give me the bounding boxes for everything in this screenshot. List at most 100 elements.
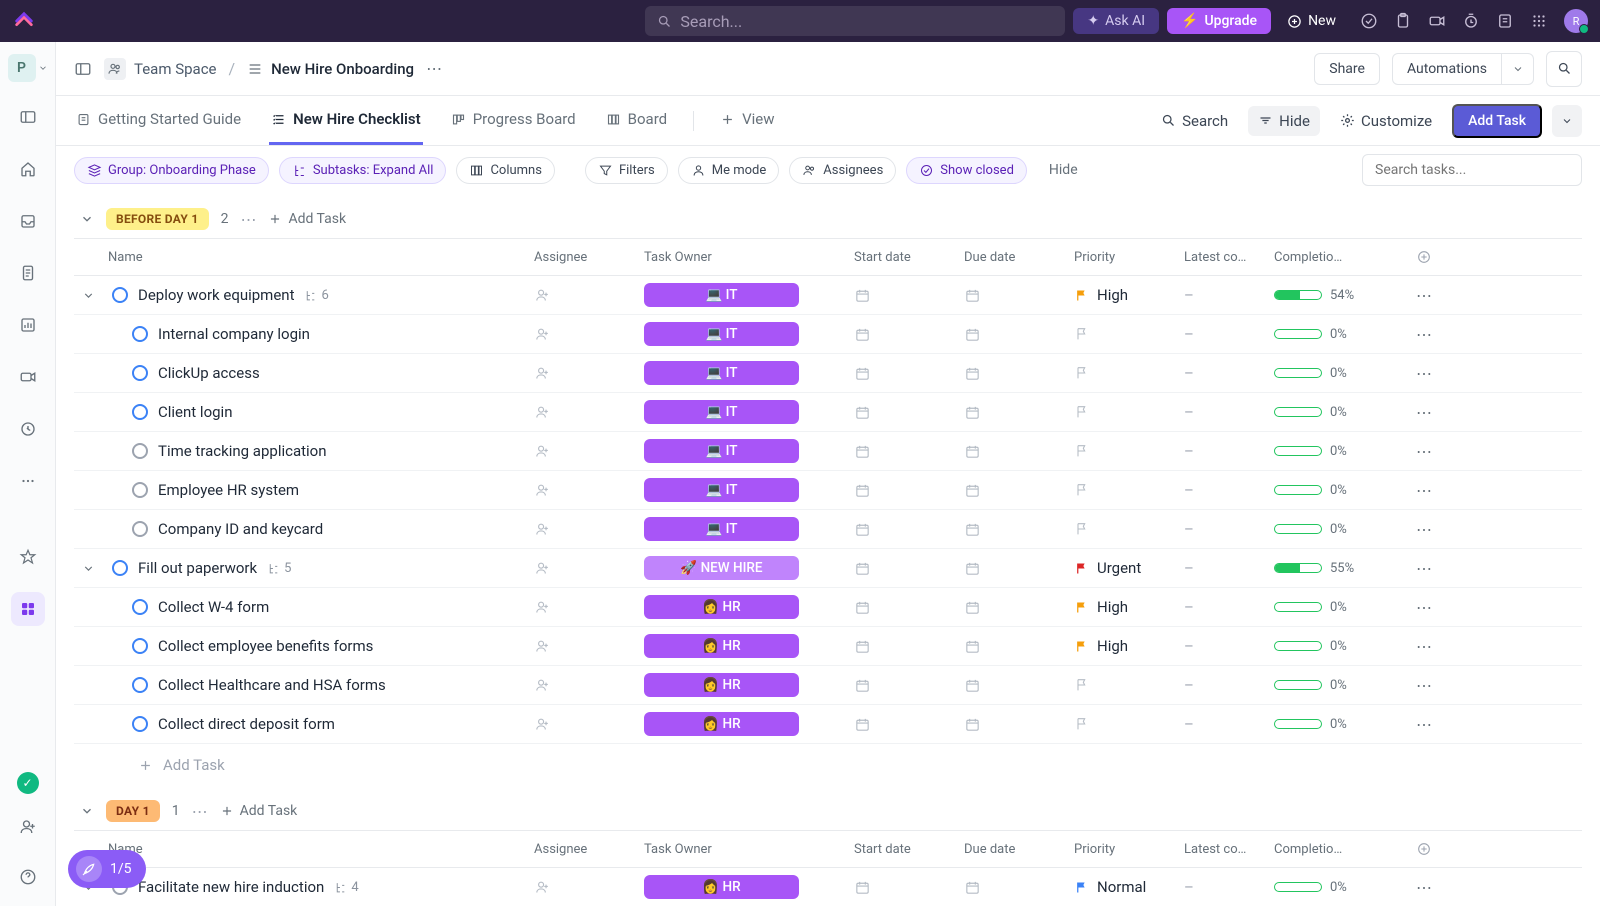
spaces-icon[interactable] (11, 592, 45, 626)
row-more-icon[interactable]: ⋯ (1394, 520, 1454, 539)
row-more-icon[interactable]: ⋯ (1394, 403, 1454, 422)
row-expand-icon[interactable] (82, 289, 102, 302)
onboarding-progress-pill[interactable]: 1/5 (68, 850, 146, 888)
favorites-icon[interactable] (11, 540, 45, 574)
completion-cell[interactable]: 0% (1274, 522, 1394, 537)
completion-cell[interactable]: 0% (1274, 600, 1394, 615)
automations-button[interactable]: Automations (1392, 53, 1502, 85)
owner-cell[interactable]: 💻 IT (644, 361, 854, 385)
priority-cell[interactable] (1074, 482, 1184, 498)
row-more-icon[interactable]: ⋯ (1394, 598, 1454, 617)
col-name[interactable]: Name (74, 250, 534, 265)
share-button[interactable]: Share (1314, 53, 1380, 85)
due-date-cell[interactable] (964, 560, 1074, 577)
owner-cell[interactable]: 👩 HR (644, 634, 854, 658)
due-date-cell[interactable] (964, 482, 1074, 499)
assignee-cell[interactable] (534, 326, 644, 343)
start-date-cell[interactable] (854, 326, 964, 343)
video-icon[interactable] (1428, 12, 1446, 30)
add-view-button[interactable]: View (718, 96, 776, 145)
note-icon[interactable] (1496, 12, 1514, 30)
col-owner[interactable]: Task Owner (644, 250, 854, 265)
view-tab-board[interactable]: Board (604, 96, 669, 145)
row-more-icon[interactable]: ⋯ (1394, 364, 1454, 383)
status-dot[interactable] (132, 443, 148, 459)
task-row[interactable]: Employee HR system 💻 IT – 0% ⋯ (74, 471, 1582, 510)
latest-comment-cell[interactable]: – (1184, 676, 1274, 694)
col-latest[interactable]: Latest co… (1184, 842, 1274, 857)
task-row[interactable]: Collect direct deposit form 👩 HR – 0% ⋯ (74, 705, 1582, 744)
status-dot[interactable] (112, 560, 128, 576)
completion-cell[interactable]: 0% (1274, 405, 1394, 420)
col-assignee[interactable]: Assignee (534, 250, 644, 265)
docs-icon[interactable] (11, 256, 45, 290)
completion-cell[interactable]: 0% (1274, 366, 1394, 381)
priority-cell[interactable] (1074, 716, 1184, 732)
filters-chip[interactable]: Filters (585, 157, 668, 184)
group-more-icon[interactable]: ⋯ (240, 210, 256, 229)
start-date-cell[interactable] (854, 716, 964, 733)
group-chip[interactable]: Group: Onboarding Phase (74, 157, 269, 184)
app-logo[interactable] (12, 9, 36, 33)
task-row[interactable]: Client login 💻 IT – 0% ⋯ (74, 393, 1582, 432)
status-dot[interactable] (132, 326, 148, 342)
task-row[interactable]: Deploy work equipment 6 💻 IT High – 54% … (74, 276, 1582, 315)
start-date-cell[interactable] (854, 879, 964, 896)
owner-cell[interactable]: 💻 IT (644, 478, 854, 502)
clipboard-icon[interactable] (1394, 12, 1412, 30)
clock-icon[interactable] (1462, 12, 1480, 30)
row-more-icon[interactable]: ⋯ (1394, 715, 1454, 734)
assignee-cell[interactable] (534, 638, 644, 655)
group-collapse-icon[interactable] (80, 212, 94, 226)
latest-comment-cell[interactable]: – (1184, 598, 1274, 616)
priority-cell[interactable]: High (1074, 598, 1184, 616)
task-row[interactable]: Collect Healthcare and HSA forms 👩 HR – … (74, 666, 1582, 705)
task-row[interactable]: Facilitate new hire induction 4 👩 HR Nor… (74, 868, 1582, 906)
task-row[interactable]: Time tracking application 💻 IT – 0% ⋯ (74, 432, 1582, 471)
completion-cell[interactable]: 0% (1274, 639, 1394, 654)
group-add-task[interactable]: Add Task (268, 211, 346, 227)
priority-cell[interactable] (1074, 326, 1184, 342)
start-date-cell[interactable] (854, 521, 964, 538)
search-tasks-input[interactable] (1362, 154, 1582, 186)
owner-cell[interactable]: 💻 IT (644, 322, 854, 346)
status-dot[interactable] (132, 599, 148, 615)
home-icon[interactable] (11, 152, 45, 186)
completion-cell[interactable]: 0% (1274, 483, 1394, 498)
completion-cell[interactable]: 0% (1274, 880, 1394, 895)
start-date-cell[interactable] (854, 443, 964, 460)
check-circle-icon[interactable] (1360, 12, 1378, 30)
group-badge[interactable]: DAY 1 (106, 800, 160, 822)
help-icon[interactable] (11, 860, 45, 894)
latest-comment-cell[interactable]: – (1184, 715, 1274, 733)
owner-cell[interactable]: 💻 IT (644, 283, 854, 307)
col-priority[interactable]: Priority (1074, 842, 1184, 857)
priority-cell[interactable]: High (1074, 637, 1184, 655)
row-more-icon[interactable]: ⋯ (1394, 878, 1454, 897)
completion-cell[interactable]: 0% (1274, 678, 1394, 693)
ask-ai-button[interactable]: ✦ Ask AI (1073, 8, 1159, 34)
start-date-cell[interactable] (854, 599, 964, 616)
columns-chip[interactable]: Columns (456, 157, 555, 184)
breadcrumb-page[interactable]: New Hire Onboarding (247, 60, 414, 78)
owner-cell[interactable]: 💻 IT (644, 400, 854, 424)
assignee-cell[interactable] (534, 521, 644, 538)
inbox-icon[interactable] (11, 204, 45, 238)
customize-button[interactable]: Customize (1330, 106, 1442, 136)
assignee-cell[interactable] (534, 443, 644, 460)
add-task-dropdown[interactable] (1552, 105, 1582, 137)
priority-cell[interactable] (1074, 365, 1184, 381)
due-date-cell[interactable] (964, 443, 1074, 460)
col-start[interactable]: Start date (854, 250, 964, 265)
latest-comment-cell[interactable]: – (1184, 286, 1274, 304)
assignee-cell[interactable] (534, 560, 644, 577)
task-row[interactable]: Internal company login 💻 IT – 0% ⋯ (74, 315, 1582, 354)
priority-cell[interactable] (1074, 521, 1184, 537)
assignee-cell[interactable] (534, 365, 644, 382)
col-priority[interactable]: Priority (1074, 250, 1184, 265)
owner-cell[interactable]: 👩 HR (644, 595, 854, 619)
add-column-button[interactable] (1394, 249, 1454, 265)
view-search-button[interactable]: Search (1151, 106, 1238, 136)
workspace-switcher[interactable]: P (8, 54, 48, 82)
assignee-cell[interactable] (534, 404, 644, 421)
